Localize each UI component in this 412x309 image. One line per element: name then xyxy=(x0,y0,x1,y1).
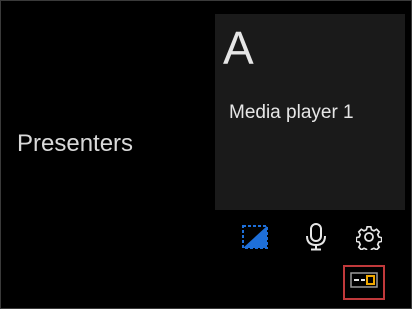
video-toggle-button[interactable] xyxy=(237,217,273,257)
app-window: Presenters A Media player 1 xyxy=(0,0,412,309)
gear-icon xyxy=(356,224,382,250)
layout-toggle-icon xyxy=(350,272,378,293)
participant-tile[interactable]: A Media player 1 xyxy=(215,14,405,210)
participant-name: Media player 1 xyxy=(229,102,354,123)
layout-toggle-button[interactable] xyxy=(343,265,385,300)
microphone-button[interactable] xyxy=(298,217,334,257)
settings-button[interactable] xyxy=(351,217,387,257)
video-preview-icon xyxy=(242,225,268,249)
microphone-icon xyxy=(305,223,327,251)
presenters-label: Presenters xyxy=(17,130,134,157)
control-toolbar xyxy=(233,217,403,257)
participant-initial: A xyxy=(223,22,254,74)
